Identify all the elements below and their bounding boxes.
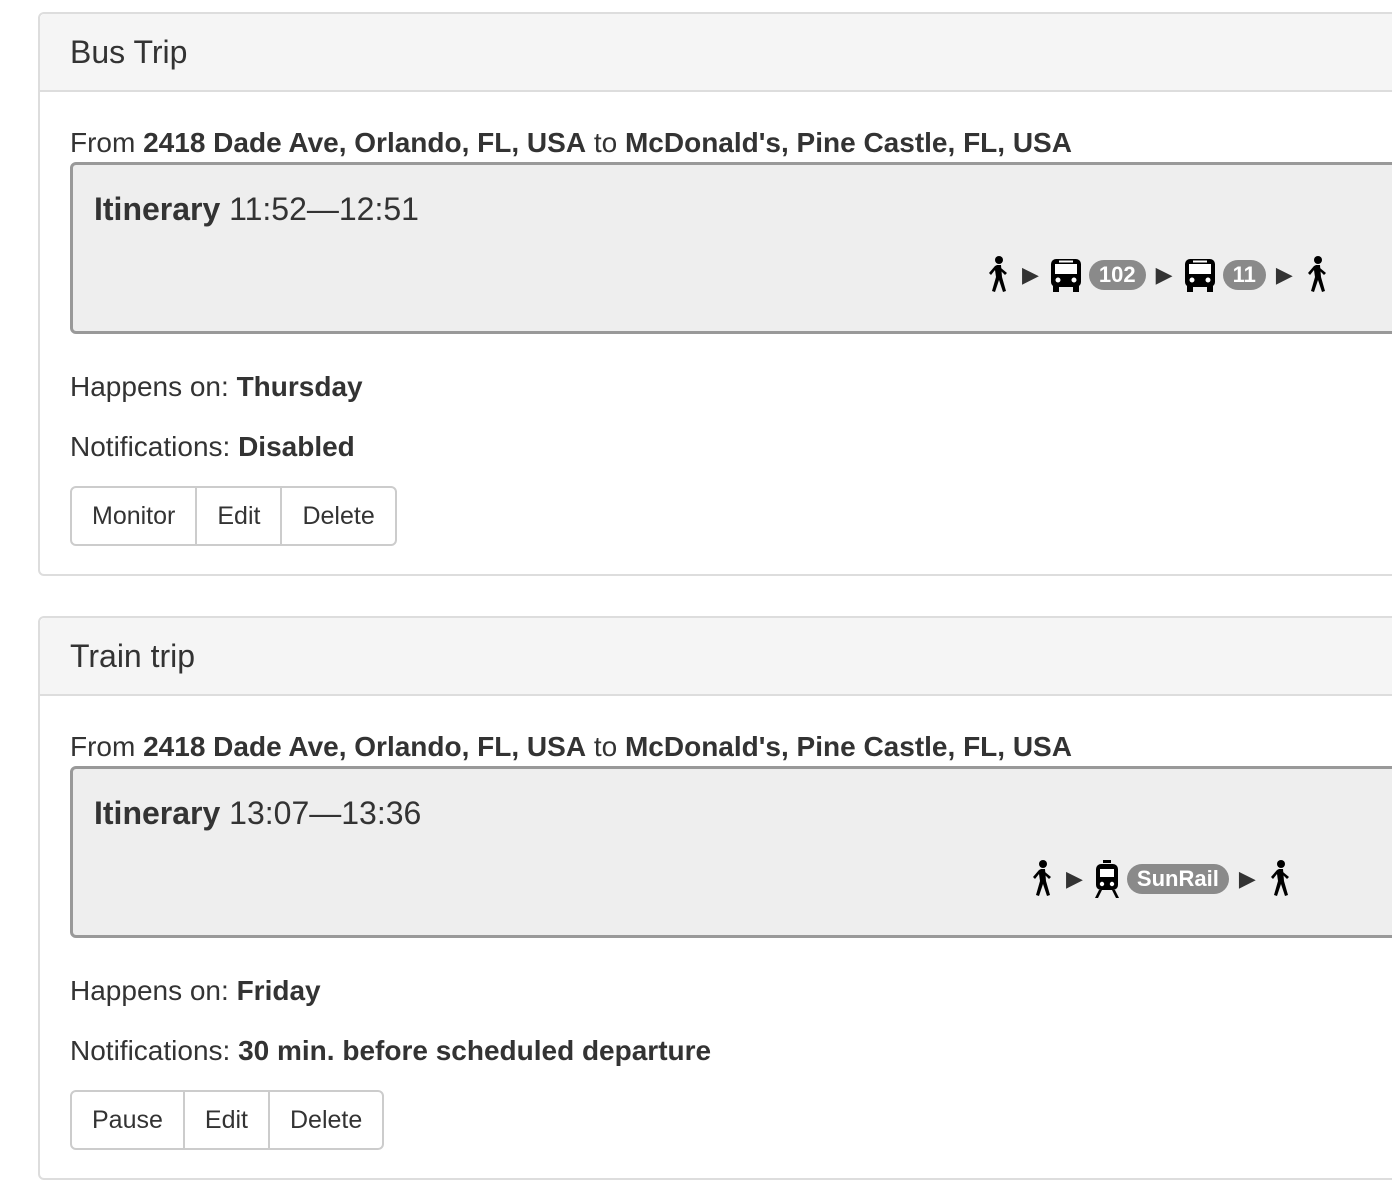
edit-button[interactable]: Edit [182, 1090, 270, 1150]
trip-panel-train: Train trip From 2418 Dade Ave, Orlando, … [38, 616, 1392, 1180]
from-location: 2418 Dade Ave, Orlando, FL, USA [143, 127, 587, 158]
to-location: McDonald's, Pine Castle, FL, USA [624, 731, 1072, 762]
walk-icon [1307, 256, 1326, 292]
itinerary-label: Itinerary [94, 795, 221, 831]
to-word: to [593, 127, 618, 158]
trip-panel-heading: Train trip [40, 618, 1392, 696]
notifications-label: Notifications: [70, 1035, 231, 1066]
leg-arrow: ▶ [1155, 262, 1173, 287]
leg-arrow: ▶ [1066, 866, 1083, 891]
walk-icon [989, 256, 1007, 292]
notifications-label: Notifications: [70, 431, 231, 462]
walk-icon [1033, 860, 1051, 896]
bus-icon [1184, 259, 1215, 292]
pause-button[interactable]: Pause [70, 1090, 185, 1150]
trip-actions: Monitor Edit Delete [70, 486, 397, 546]
notifications-value: Disabled [238, 431, 355, 462]
trip-route-line: From 2418 Dade Ave, Orlando, FL, USA to … [70, 126, 1072, 160]
happens-on-line: Happens on: Thursday [70, 370, 363, 404]
happens-on-value: Thursday [236, 371, 363, 402]
happens-on-value: Friday [236, 975, 321, 1006]
trip-title: Bus Trip [70, 34, 188, 70]
happens-on-label: Happens on: [70, 371, 229, 402]
trip-actions: Pause Edit Delete [70, 1090, 385, 1150]
to-location: McDonald's, Pine Castle, FL, USA [624, 127, 1072, 158]
monitor-button[interactable]: Monitor [70, 486, 198, 546]
itinerary-label: Itinerary [94, 191, 221, 227]
route-badge: SunRail [1126, 864, 1229, 894]
leg-arrow: ▶ [1022, 262, 1039, 287]
leg-arrow: ▶ [1275, 262, 1293, 287]
from-prefix: From [70, 731, 136, 762]
notifications-line: Notifications: Disabled [70, 430, 355, 464]
itinerary-header: Itinerary 11:52—12:51 [94, 191, 419, 227]
trip-route-line: From 2418 Dade Ave, Orlando, FL, USA to … [70, 730, 1072, 764]
trip-panel-bus: Bus Trip From 2418 Dade Ave, Orlando, FL… [38, 12, 1392, 576]
itinerary-time: 13:07—13:36 [229, 795, 422, 831]
trip-title: Train trip [70, 638, 196, 674]
trip-panel-heading: Bus Trip [40, 14, 1392, 92]
notifications-value: 30 min. before scheduled departure [238, 1035, 712, 1066]
itinerary-box[interactable]: Itinerary 13:07—13:36 ▶ SunRail ▶ [70, 766, 1392, 938]
route-badge: 11 [1222, 260, 1266, 290]
notifications-line: Notifications: 30 min. before scheduled … [70, 1034, 711, 1068]
delete-button[interactable]: Delete [267, 1090, 385, 1150]
bus-icon [1050, 259, 1081, 292]
itinerary-box[interactable]: Itinerary 11:52—12:51 ▶ 102 ▶ 11 ▶ [70, 162, 1392, 334]
train-icon [1094, 860, 1119, 898]
happens-on-line: Happens on: Friday [70, 974, 321, 1008]
edit-button[interactable]: Edit [195, 486, 283, 546]
itinerary-time: 11:52—12:51 [229, 191, 419, 227]
itinerary-legs: ▶ SunRail ▶ [1028, 857, 1294, 901]
itinerary-header: Itinerary 13:07—13:36 [94, 795, 421, 831]
to-word: to [593, 731, 618, 762]
happens-on-label: Happens on: [70, 975, 229, 1006]
itinerary-legs: ▶ 102 ▶ 11 ▶ [984, 253, 1331, 297]
delete-button[interactable]: Delete [280, 486, 397, 546]
walk-icon [1270, 860, 1289, 896]
route-badge: 102 [1088, 260, 1146, 290]
from-prefix: From [70, 127, 136, 158]
from-location: 2418 Dade Ave, Orlando, FL, USA [143, 731, 587, 762]
leg-arrow: ▶ [1238, 866, 1256, 891]
